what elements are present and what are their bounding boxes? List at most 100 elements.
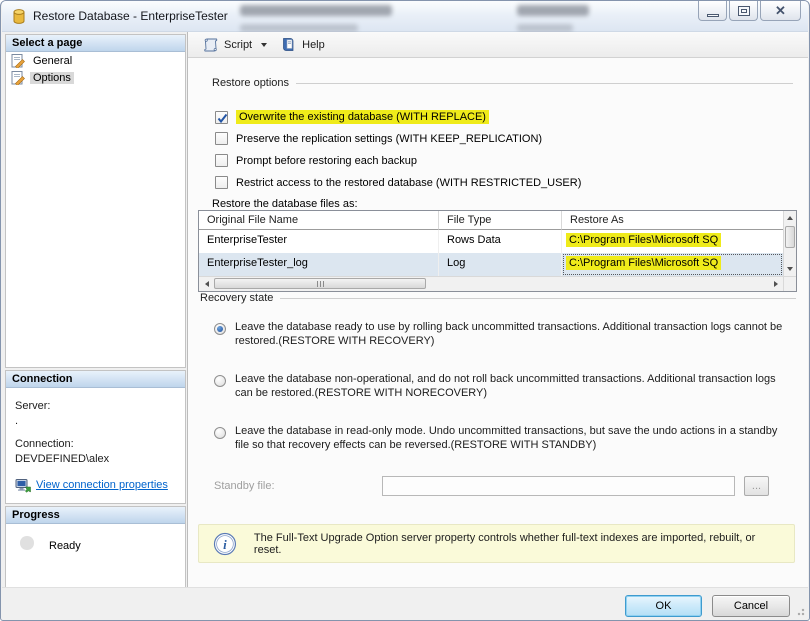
close-icon: ✕ xyxy=(775,4,786,17)
checkbox-row-overwrite: Overwrite the existing database (WITH RE… xyxy=(215,110,489,124)
cell-file-type[interactable]: Log xyxy=(439,253,562,276)
script-label: Script xyxy=(224,39,252,51)
window-title: Restore Database - EnterpriseTester xyxy=(33,1,228,31)
options-page: Script Help Restore options xyxy=(187,32,808,589)
radio-row-with-recovery: Leave the database ready to use by rolli… xyxy=(214,320,787,348)
window-controls: ✕ xyxy=(698,1,801,21)
arrow-up-icon xyxy=(787,216,793,220)
background-window-artifact xyxy=(517,24,573,32)
progress-panel: Progress Ready xyxy=(5,506,186,589)
sidebar-item-label: General xyxy=(30,55,75,67)
preserve-replication-checkbox[interactable] xyxy=(215,132,228,145)
cancel-button[interactable]: Cancel xyxy=(712,595,790,617)
arrow-down-icon xyxy=(787,267,793,271)
view-connection-properties-link[interactable]: View connection properties xyxy=(36,478,168,493)
column-header-restore-as[interactable]: Restore As xyxy=(562,211,783,230)
toolbar: Script Help xyxy=(188,32,808,58)
column-header-original-file-name[interactable]: Original File Name xyxy=(199,211,439,230)
checkbox-label[interactable]: Preserve the replication settings (WITH … xyxy=(236,133,542,145)
radio-label[interactable]: Leave the database in read-only mode. Un… xyxy=(235,424,787,452)
progress-header: Progress xyxy=(6,507,185,524)
resize-grip[interactable] xyxy=(795,606,805,616)
checkbox-label[interactable]: Prompt before restoring each backup xyxy=(236,155,417,167)
cell-original-file-name[interactable]: EnterpriseTester_log xyxy=(199,253,439,276)
cell-original-file-name[interactable]: EnterpriseTester xyxy=(199,230,439,253)
horizontal-scroll-thumb[interactable] xyxy=(214,278,426,289)
database-icon xyxy=(11,8,27,25)
browse-button[interactable]: ... xyxy=(744,476,769,496)
maximize-button[interactable] xyxy=(729,1,758,21)
radio-label[interactable]: Leave the database ready to use by rolli… xyxy=(235,320,787,348)
checkbox-row-preserve-replication: Preserve the replication settings (WITH … xyxy=(215,132,542,145)
standby-file-label: Standby file: xyxy=(214,480,275,492)
script-button[interactable]: Script xyxy=(196,34,274,55)
checkbox-label[interactable]: Restrict access to the restored database… xyxy=(236,177,581,189)
background-window-artifact xyxy=(240,5,392,16)
sidebar-item-general[interactable]: General xyxy=(6,53,185,69)
info-icon: i xyxy=(213,532,237,556)
minimize-button[interactable] xyxy=(698,1,727,21)
maximize-icon xyxy=(738,6,750,16)
select-a-page-header: Select a page xyxy=(6,35,185,52)
restrict-access-checkbox[interactable] xyxy=(215,176,228,189)
scroll-right-button[interactable] xyxy=(768,277,783,291)
background-window-artifact xyxy=(517,5,589,16)
help-label: Help xyxy=(302,39,325,51)
script-icon xyxy=(203,37,219,52)
close-button[interactable]: ✕ xyxy=(760,1,801,21)
column-header-file-type[interactable]: File Type xyxy=(439,211,562,230)
connection-value: DEVDEFINED\alex xyxy=(15,452,177,467)
recovery-state-group-label: Recovery state xyxy=(200,292,273,304)
sidebar-item-label: Options xyxy=(30,72,74,84)
select-a-page-panel: Select a page General Options xyxy=(5,34,186,368)
help-button[interactable]: Help xyxy=(274,34,332,55)
radio-row-with-standby: Leave the database in read-only mode. Un… xyxy=(214,424,787,452)
radio-row-with-norecovery: Leave the database non-operational, and … xyxy=(214,372,787,400)
checkbox-label-highlighted[interactable]: Overwrite the existing database (WITH RE… xyxy=(236,110,489,124)
cell-file-type[interactable]: Rows Data xyxy=(439,230,562,253)
progress-spinner-icon xyxy=(20,536,34,550)
arrow-right-icon xyxy=(774,281,778,287)
restore-files-label: Restore the database files as: xyxy=(212,198,358,210)
info-message: The Full-Text Upgrade Option server prop… xyxy=(254,532,784,556)
prompt-before-restore-checkbox[interactable] xyxy=(215,154,228,167)
chevron-down-icon xyxy=(261,43,267,47)
scroll-down-button[interactable] xyxy=(784,262,796,276)
restore-with-norecovery-radio[interactable] xyxy=(214,375,226,387)
page-icon xyxy=(11,71,25,85)
page-icon xyxy=(11,54,25,68)
scroll-left-button[interactable] xyxy=(199,277,214,291)
restore-with-standby-radio[interactable] xyxy=(214,427,226,439)
server-label: Server: xyxy=(15,399,177,414)
connection-panel: Connection Server: . Connection: DEVDEFI… xyxy=(5,370,186,504)
minimize-icon xyxy=(707,14,719,17)
radio-label[interactable]: Leave the database non-operational, and … xyxy=(235,372,787,400)
info-message-box: i The Full-Text Upgrade Option server pr… xyxy=(198,524,795,563)
cell-restore-as-focused[interactable]: C:\Program Files\Microsoft SQ xyxy=(562,253,783,276)
svg-text:i: i xyxy=(223,536,227,551)
standby-file-input[interactable] xyxy=(382,476,735,496)
restore-options-group-label: Restore options xyxy=(212,77,289,89)
background-window-artifact xyxy=(240,24,358,32)
server-value: . xyxy=(15,414,177,429)
title-bar: Restore Database - EnterpriseTester ✕ xyxy=(2,1,808,32)
scroll-up-button[interactable] xyxy=(784,211,796,225)
group-divider xyxy=(296,83,793,84)
scrollbar-corner xyxy=(783,276,796,291)
connection-header: Connection xyxy=(6,371,185,388)
restore-database-dialog: Restore Database - EnterpriseTester ✕ Se… xyxy=(0,0,810,621)
standby-file-row: Standby file: ... xyxy=(214,476,792,498)
vertical-scroll-thumb[interactable] xyxy=(785,226,795,248)
table-vertical-scrollbar[interactable] xyxy=(783,211,796,276)
cell-restore-as[interactable]: C:\Program Files\Microsoft SQ xyxy=(562,230,783,253)
arrow-left-icon xyxy=(205,281,209,287)
help-icon xyxy=(281,37,297,52)
restore-with-recovery-radio[interactable] xyxy=(214,323,226,335)
ok-button[interactable]: OK xyxy=(625,595,702,617)
footer-bar: OK Cancel xyxy=(2,587,808,619)
checkbox-row-prompt: Prompt before restoring each backup xyxy=(215,154,417,167)
checkmark-icon xyxy=(216,112,229,125)
table-horizontal-scrollbar[interactable] xyxy=(199,276,783,291)
sidebar-item-options[interactable]: Options xyxy=(6,70,185,86)
overwrite-checkbox[interactable] xyxy=(215,111,228,124)
